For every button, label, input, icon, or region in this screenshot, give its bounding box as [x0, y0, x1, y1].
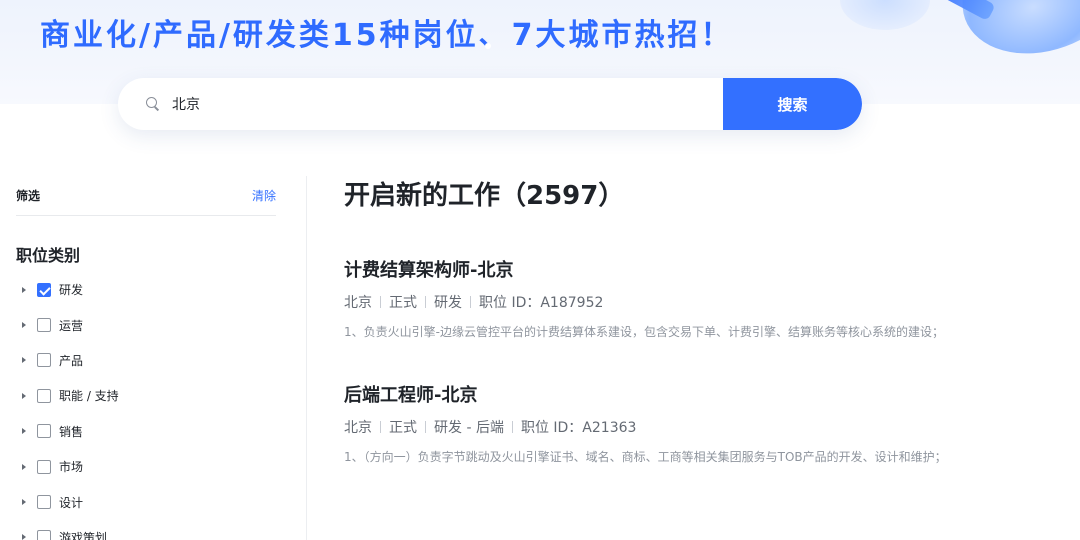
job-meta: 北京 正式 研发 - 后端 职位 ID：A21363: [344, 417, 1044, 437]
search-input[interactable]: [160, 78, 723, 130]
divider: [306, 176, 307, 540]
job-category: 研发: [434, 295, 462, 311]
hero-decoration: [944, 0, 1080, 76]
job-description: 1、负责火山引擎-边缘云管控平台的计费结算体系建设，包含交易下单、计费引擎、结算…: [344, 325, 944, 339]
filter-header: 筛选 清除: [16, 176, 276, 216]
category-item[interactable]: 设计: [16, 484, 276, 519]
job-title[interactable]: 后端工程师-北京: [344, 383, 1044, 409]
expand-caret-icon[interactable]: [22, 534, 26, 540]
category-label: 市场: [59, 460, 84, 475]
search-button[interactable]: 搜索: [723, 78, 862, 130]
search-bar: 搜索: [118, 78, 862, 130]
expand-caret-icon[interactable]: [22, 463, 26, 470]
page-title: 开启新的工作（2597）: [344, 181, 625, 211]
category-checkbox[interactable]: [37, 424, 51, 439]
category-label: 产品: [59, 353, 84, 368]
meta-separator: [425, 296, 426, 308]
category-checkbox[interactable]: [37, 388, 51, 403]
meta-separator: [470, 296, 471, 308]
category-checkbox[interactable]: [37, 459, 51, 474]
expand-caret-icon[interactable]: [22, 286, 26, 293]
meta-separator: [511, 421, 513, 433]
category-label: 运营: [59, 318, 84, 333]
meta-separator: [425, 421, 426, 433]
hero-title: 商业化/产品/研发类15种岗位、7大城市热招！: [40, 18, 734, 53]
category-label: 职能 / 支持: [59, 389, 119, 404]
clear-filters-link[interactable]: 清除: [252, 187, 276, 204]
filter-title: 筛选: [16, 189, 41, 203]
category-checkbox[interactable]: [37, 495, 51, 510]
category-label: 游戏策划: [59, 530, 108, 540]
category-label: 研发: [59, 283, 84, 298]
category-item[interactable]: 运营: [16, 307, 276, 342]
job-type: 正式: [389, 295, 417, 311]
carousel-dot[interactable]: [485, 43, 491, 49]
job-title[interactable]: 计费结算架构师-北京: [344, 258, 1044, 284]
section-title-job-category: 职位类别: [16, 246, 81, 265]
job-job-id: 职位 ID：A187952: [479, 295, 604, 311]
job-card[interactable]: 后端工程师-北京北京 正式 研发 - 后端 职位 ID：A21363 1、（方向一）负责…: [344, 383, 1044, 468]
expand-caret-icon[interactable]: [22, 322, 26, 329]
job-list: 开启新的工作（2597） 计费结算架构师-北京 北京 正式 研发 职位 ID：A1879…: [344, 176, 1044, 468]
category-checkbox[interactable]: [37, 282, 51, 297]
job-city: 北京: [344, 420, 372, 436]
job-card[interactable]: 计费结算架构师-北京北京 正式 研发 职位 ID：A187952 1、负责火山引擎-边缘…: [344, 258, 1044, 343]
meta-separator: [380, 421, 381, 433]
meta-separator: [380, 296, 381, 308]
expand-caret-icon[interactable]: [22, 499, 26, 506]
job-category: 研发 - 后端: [434, 420, 504, 436]
expand-caret-icon[interactable]: [22, 428, 26, 435]
category-label: 设计: [59, 495, 84, 510]
category-label: 销售: [59, 424, 84, 439]
category-checkbox[interactable]: [37, 530, 51, 540]
category-list: 研发运营产品职能 / 支持 销售市场设计游戏策划: [16, 272, 276, 540]
job-job-id: 职位 ID：A21363: [520, 420, 637, 436]
category-item[interactable]: 研发: [16, 272, 276, 307]
category-checkbox[interactable]: [37, 353, 51, 368]
category-item[interactable]: 游戏策划: [16, 520, 276, 540]
category-item[interactable]: 销售: [16, 414, 276, 449]
filter-sidebar: 筛选 清除 职位类别 研发运营产品职能 / 支持 销售市场设计游戏策划: [16, 176, 276, 540]
job-type: 正式: [389, 420, 417, 436]
job-city: 北京: [344, 295, 372, 311]
job-meta: 北京 正式 研发 职位 ID：A187952: [344, 292, 1044, 312]
category-checkbox[interactable]: [37, 318, 51, 333]
hero-decoration: [840, 0, 930, 30]
job-description: 1、（方向一）负责字节跳动及火山引擎证书、域名、商标、工商等相关集团服务与TOB…: [344, 450, 947, 464]
category-item[interactable]: 市场: [16, 449, 276, 484]
category-item[interactable]: 产品: [16, 343, 276, 378]
search-icon: [146, 97, 160, 111]
category-item[interactable]: 职能 / 支持: [16, 378, 276, 413]
expand-caret-icon[interactable]: [22, 357, 26, 364]
expand-caret-icon[interactable]: [22, 392, 26, 399]
